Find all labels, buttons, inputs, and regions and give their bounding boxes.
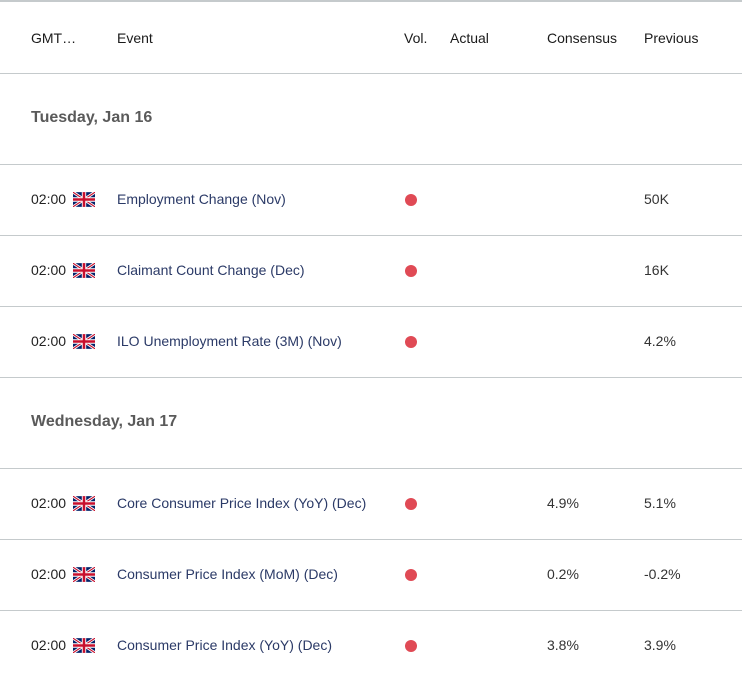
volatility-high-icon bbox=[405, 498, 417, 510]
volatility-high-icon bbox=[405, 640, 417, 652]
event-name[interactable]: Employment Change (Nov) bbox=[117, 191, 286, 207]
event-row[interactable]: 02:00 Claimant Count Change (Dec) 16K bbox=[0, 236, 742, 307]
event-name[interactable]: Consumer Price Index (YoY) (Dec) bbox=[117, 637, 332, 653]
event-name[interactable]: Core Consumer Price Index (YoY) (Dec) bbox=[117, 495, 366, 511]
event-time: 02:00 bbox=[31, 333, 67, 349]
event-time: 02:00 bbox=[31, 191, 67, 207]
day-label: Wednesday, Jan 17 bbox=[31, 413, 178, 430]
event-previous: -0.2% bbox=[644, 566, 681, 582]
event-row[interactable]: 02:00 Core Consumer Price Index (YoY) (D… bbox=[0, 469, 742, 540]
event-name[interactable]: Consumer Price Index (MoM) (Dec) bbox=[117, 566, 338, 582]
event-consensus: 4.9% bbox=[547, 495, 579, 511]
volatility-high-icon bbox=[405, 265, 417, 277]
volatility-high-icon bbox=[405, 569, 417, 581]
event-name[interactable]: Claimant Count Change (Dec) bbox=[117, 262, 305, 278]
day-label: Tuesday, Jan 16 bbox=[31, 109, 153, 126]
event-previous: 3.9% bbox=[644, 637, 676, 653]
event-previous: 50K bbox=[644, 191, 669, 207]
event-row[interactable]: 02:00 ILO Unemployment Rate (3M) (Nov) 4… bbox=[0, 307, 742, 378]
event-time: 02:00 bbox=[31, 495, 67, 511]
event-row[interactable]: 02:00 Employment Change (Nov) 50K bbox=[0, 165, 742, 236]
event-consensus: 0.2% bbox=[547, 566, 579, 582]
header-consensus: Consensus bbox=[547, 30, 618, 46]
day-header: Tuesday, Jan 16 bbox=[0, 74, 742, 165]
header-event: Event bbox=[117, 30, 153, 46]
volatility-high-icon bbox=[405, 194, 417, 206]
header-vol: Vol. bbox=[404, 30, 428, 46]
event-row[interactable]: 02:00 Consumer Price Index (MoM) (Dec) 0… bbox=[0, 540, 742, 611]
table-header: GMT… Event Vol. Actual Consensus Previou… bbox=[0, 2, 742, 74]
header-previous: Previous bbox=[644, 30, 699, 46]
uk-flag-icon bbox=[73, 638, 95, 653]
event-previous: 5.1% bbox=[644, 495, 676, 511]
event-row[interactable]: 02:00 Consumer Price Index (YoY) (Dec) 3… bbox=[0, 611, 742, 681]
uk-flag-icon bbox=[73, 192, 95, 207]
event-previous: 4.2% bbox=[644, 333, 676, 349]
uk-flag-icon bbox=[73, 496, 95, 511]
uk-flag-icon bbox=[73, 567, 95, 582]
event-time: 02:00 bbox=[31, 262, 67, 278]
event-time: 02:00 bbox=[31, 566, 67, 582]
uk-flag-icon bbox=[73, 263, 95, 278]
volatility-high-icon bbox=[405, 336, 417, 348]
header-actual: Actual bbox=[450, 30, 489, 46]
event-name[interactable]: ILO Unemployment Rate (3M) (Nov) bbox=[117, 333, 342, 349]
event-previous: 16K bbox=[644, 262, 669, 278]
header-gmt[interactable]: GMT… bbox=[31, 30, 76, 46]
event-time: 02:00 bbox=[31, 637, 67, 653]
uk-flag-icon bbox=[73, 334, 95, 349]
day-header: Wednesday, Jan 17 bbox=[0, 378, 742, 469]
event-consensus: 3.8% bbox=[547, 637, 579, 653]
